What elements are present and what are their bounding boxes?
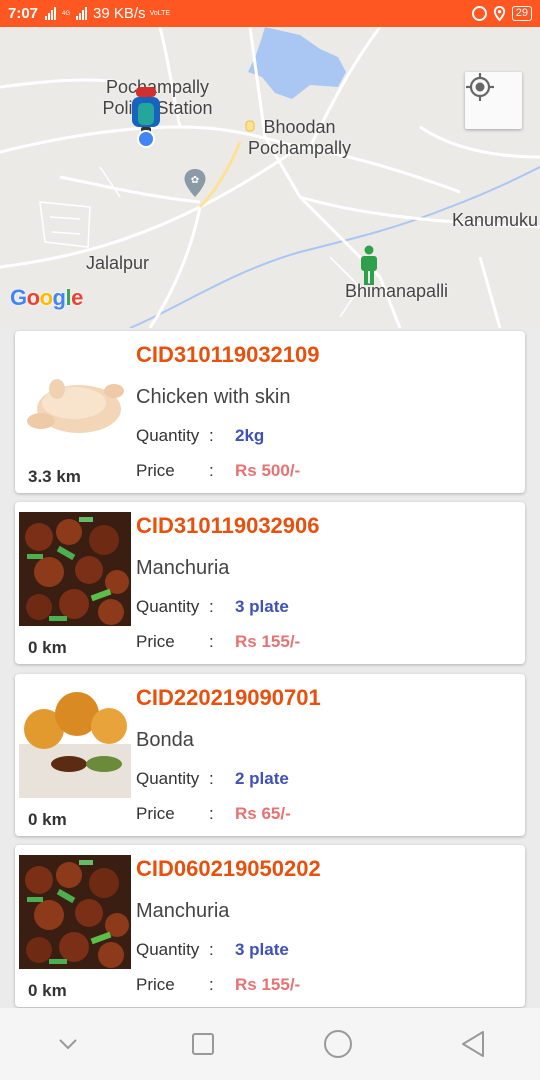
manchuria-image: [19, 512, 131, 626]
nav-recents-button[interactable]: [173, 1014, 233, 1074]
quantity-separator: :: [209, 769, 214, 788]
network-type: 4G: [62, 10, 71, 17]
map-label-bhoodan: Bhoodan Pochampally: [247, 117, 352, 159]
food-image-chicken: [19, 341, 131, 455]
location-icon: [493, 6, 505, 21]
network-speed: 39 KB/s: [93, 5, 146, 22]
my-location-button[interactable]: [465, 72, 522, 129]
order-card[interactable]: 0 km CID220219090701 Bonda Quantity : 2 …: [15, 674, 525, 836]
manchuria-image: [19, 855, 131, 969]
item-name: Manchuria: [136, 557, 230, 579]
nav-collapse-button[interactable]: [38, 1014, 98, 1074]
distance-label: 0 km: [28, 638, 67, 657]
order-card[interactable]: 0 km CID060219050202 Manchuria Quantity …: [15, 845, 525, 1007]
price-separator: :: [209, 804, 214, 823]
price-value: Rs 155/-: [235, 632, 301, 651]
food-image-manchuria: [19, 855, 131, 969]
quantity-label: Quantity: [136, 940, 200, 959]
quantity-separator: :: [209, 597, 214, 616]
item-name: Manchuria: [136, 900, 230, 922]
order-id: CID310119032109: [136, 342, 320, 367]
order-id: CID220219090701: [136, 685, 321, 710]
signal-icon: [45, 7, 57, 20]
quantity-value: 3 plate: [235, 597, 289, 616]
map-view[interactable]: Pochampally Police Station Bhoodan Pocha…: [0, 27, 540, 328]
status-left: 7:07 4G 39 KB/s VoLTE: [8, 5, 172, 22]
place-pin-icon[interactable]: ✿: [183, 168, 207, 198]
order-card[interactable]: 3.3 km CID310119032109 Chicken with skin…: [15, 331, 525, 493]
quantity-value: 2 plate: [235, 769, 289, 788]
google-logo-letter: o: [39, 285, 53, 310]
price-separator: :: [209, 632, 214, 651]
small-road-marker: [245, 120, 255, 132]
quantity-label: Quantity: [136, 769, 200, 788]
price-label: Price: [136, 461, 175, 480]
system-nav-bar: [0, 1008, 540, 1080]
quantity-label: Quantity: [136, 597, 200, 616]
map-background: [0, 27, 540, 328]
item-name: Bonda: [136, 729, 194, 751]
quantity-separator: :: [209, 426, 214, 445]
map-label-line1: Bhoodan: [263, 117, 336, 137]
google-logo-letter: o: [26, 285, 40, 310]
google-logo-letter: g: [52, 285, 66, 310]
bonda-image: [19, 684, 131, 798]
order-id: CID310119032906: [136, 513, 320, 538]
price-label: Price: [136, 975, 175, 994]
current-location-dot: [137, 130, 155, 148]
price-separator: :: [209, 975, 214, 994]
signal-icon-2: [76, 7, 88, 20]
circle-icon: [323, 1030, 352, 1058]
item-name: Chicken with skin: [136, 386, 291, 408]
map-label-jalalpur: Jalalpur: [86, 253, 150, 273]
customer-person-marker[interactable]: [358, 245, 380, 287]
price-value: Rs 155/-: [235, 975, 301, 994]
status-right: 29: [471, 6, 532, 21]
status-time: 7:07: [8, 5, 39, 22]
google-logo-letter: e: [71, 285, 83, 310]
distance-label: 3.3 km: [28, 467, 81, 486]
map-label-kanumuku: Kanumuku: [452, 210, 539, 230]
crosshair-icon: [466, 73, 494, 101]
distance-label: 0 km: [28, 981, 67, 1000]
distance-label: 0 km: [28, 810, 67, 829]
google-logo-letter: G: [10, 285, 27, 310]
nav-home-button[interactable]: [308, 1014, 368, 1074]
quantity-value: 2kg: [235, 426, 265, 445]
order-card[interactable]: 0 km CID310119032906 Manchuria Quantity …: [15, 502, 525, 664]
price-separator: :: [209, 461, 214, 480]
chicken-image: [19, 341, 131, 455]
battery-indicator: 29: [511, 6, 532, 21]
svg-text:✿: ✿: [191, 175, 199, 186]
status-bar: 7:07 4G 39 KB/s VoLTE 29: [0, 0, 540, 27]
google-logo: Google: [10, 285, 83, 311]
price-value: Rs 65/-: [235, 804, 291, 823]
volte-badge: VoLTE: [149, 9, 171, 17]
chevron-down-icon: [58, 1039, 77, 1050]
quantity-separator: :: [209, 940, 214, 959]
back-triangle-icon: [461, 1031, 484, 1057]
map-label-line2: Pochampally: [247, 138, 352, 158]
price-label: Price: [136, 804, 175, 823]
food-image-manchuria: [19, 512, 131, 626]
quantity-value: 3 plate: [235, 940, 289, 959]
food-image-bonda: [19, 684, 131, 798]
nav-back-button[interactable]: [443, 1014, 503, 1074]
price-label: Price: [136, 632, 175, 651]
order-id: CID060219050202: [136, 856, 321, 881]
square-icon: [191, 1033, 214, 1055]
quantity-label: Quantity: [136, 426, 200, 445]
lock-rotation-icon: [471, 6, 487, 21]
price-value: Rs 500/-: [235, 461, 301, 480]
